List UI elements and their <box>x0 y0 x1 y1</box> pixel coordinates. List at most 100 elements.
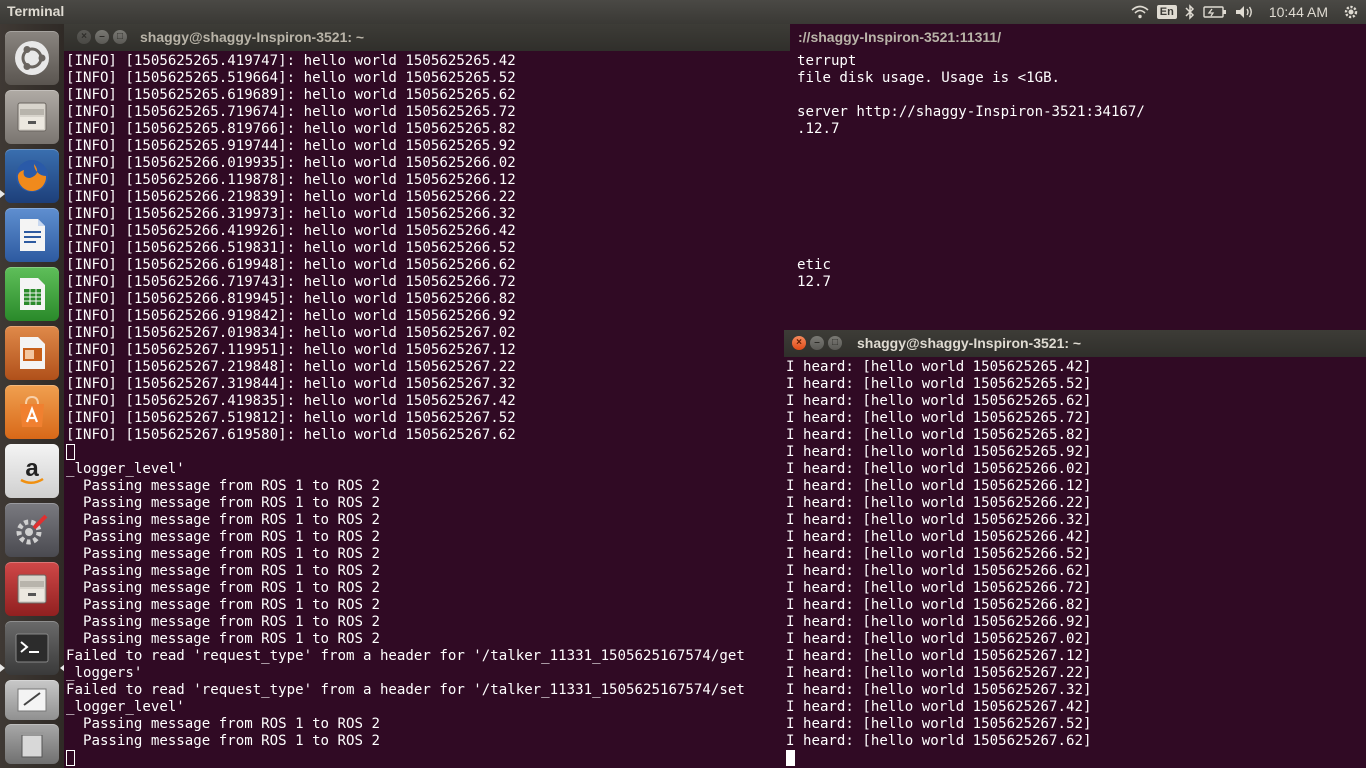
terminal-line: etic <box>797 257 831 273</box>
keyboard-layout-indicator[interactable]: En <box>1156 5 1177 19</box>
terminal-line: I heard: [hello world 1505625265.92] <box>786 444 1092 460</box>
window-title: shaggy@shaggy-Inspiron-3521: ~ <box>857 335 1082 351</box>
terminal-line: [INFO] [1505625265.619689]: hello world … <box>66 87 516 103</box>
terminal-output[interactable]: _logger_level' Passing message from ROS … <box>66 461 745 750</box>
terminal-line: 12.7 <box>797 274 831 290</box>
running-indicator <box>0 664 5 672</box>
terminal-line: I heard: [hello world 1505625267.32] <box>786 682 1092 698</box>
active-app-title: Terminal <box>7 3 65 19</box>
terminal-line: I heard: [hello world 1505625266.12] <box>786 478 1092 494</box>
battery-icon[interactable] <box>1203 5 1227 19</box>
close-button[interactable]: × <box>77 30 91 44</box>
terminal-icon[interactable] <box>5 621 59 675</box>
terminal-line: _logger_level' <box>66 461 185 477</box>
terminal-line: Passing message from ROS 1 to ROS 2 <box>66 631 380 647</box>
maximize-button[interactable]: □ <box>113 30 127 44</box>
volume-icon[interactable] <box>1235 5 1255 19</box>
terminal-line: [INFO] [1505625266.019935]: hello world … <box>66 155 516 171</box>
writer-icon[interactable] <box>5 208 59 262</box>
terminal-line: server http://shaggy-Inspiron-3521:34167… <box>797 104 1145 120</box>
titlebar[interactable]: × – □ shaggy@shaggy-Inspiron-3521: ~ <box>784 330 1366 357</box>
system-settings-icon[interactable] <box>5 503 59 557</box>
titlebar[interactable]: × – □ shaggy@shaggy-Inspiron-3521: ~ <box>64 24 790 51</box>
terminal-line: I heard: [hello world 1505625265.72] <box>786 410 1092 426</box>
maximize-button[interactable]: □ <box>828 336 842 350</box>
terminal-line: Failed to read 'request_type' from a hea… <box>66 682 745 698</box>
terminal-line: I heard: [hello world 1505625266.42] <box>786 529 1092 545</box>
terminal-line: [INFO] [1505625266.919842]: hello world … <box>66 308 516 324</box>
wifi-icon[interactable] <box>1131 5 1149 19</box>
talker-terminal-window[interactable]: × – □ shaggy@shaggy-Inspiron-3521: ~ [IN… <box>64 24 790 461</box>
terminal-line: [INFO] [1505625266.319973]: hello world … <box>66 206 516 222</box>
terminal-line: Passing message from ROS 1 to ROS 2 <box>66 529 380 545</box>
bridge-terminal-window[interactable]: _logger_level' Passing message from ROS … <box>64 460 786 768</box>
listener-terminal-window[interactable]: × – □ shaggy@shaggy-Inspiron-3521: ~ I h… <box>784 330 1366 768</box>
terminal-line: Passing message from ROS 1 to ROS 2 <box>66 580 380 596</box>
terminal-line: [INFO] [1505625267.619580]: hello world … <box>66 427 516 443</box>
terminal-line: [INFO] [1505625267.219848]: hello world … <box>66 359 516 375</box>
terminal-line: [INFO] [1505625266.519831]: hello world … <box>66 240 516 256</box>
terminal-cursor <box>66 750 75 768</box>
terminal-line: Passing message from ROS 1 to ROS 2 <box>66 512 380 528</box>
files-icon[interactable] <box>5 90 59 144</box>
terminal-line: [INFO] [1505625266.419926]: hello world … <box>66 223 516 239</box>
settings-gear-icon[interactable] <box>1342 3 1360 21</box>
firefox-icon[interactable] <box>5 149 59 203</box>
terminal-line: [INFO] [1505625267.519812]: hello world … <box>66 410 516 426</box>
roscore-terminal-window[interactable]: ://shaggy-Inspiron-3521:11311/ terrupt fi… <box>790 24 1366 330</box>
terminal-line: I heard: [hello world 1505625266.62] <box>786 563 1092 579</box>
text-editor-icon[interactable] <box>5 680 59 720</box>
trash-icon[interactable] <box>5 724 59 764</box>
terminal-line: [INFO] [1505625266.219839]: hello world … <box>66 189 516 205</box>
calc-icon[interactable] <box>5 267 59 321</box>
titlebar[interactable]: ://shaggy-Inspiron-3521:11311/ <box>790 24 1366 51</box>
impress-icon[interactable] <box>5 326 59 380</box>
clock[interactable]: 10:44 AM <box>1269 4 1328 20</box>
terminal-line: I heard: [hello world 1505625266.72] <box>786 580 1092 596</box>
terminal-line: [INFO] [1505625265.819766]: hello world … <box>66 121 516 137</box>
bluetooth-icon[interactable] <box>1185 4 1195 20</box>
close-button[interactable]: × <box>792 336 806 350</box>
terminal-line: I heard: [hello world 1505625265.62] <box>786 393 1092 409</box>
amazon-icon[interactable]: a <box>5 444 59 498</box>
terminal-output[interactable]: terrupt file disk usage. Usage is <1GB. se… <box>797 53 1145 291</box>
terminal-line: I heard: [hello world 1505625265.82] <box>786 427 1092 443</box>
window-title: ://shaggy-Inspiron-3521:11311/ <box>798 29 1002 45</box>
minimize-button[interactable]: – <box>810 336 824 350</box>
terminal-line: I heard: [hello world 1505625267.42] <box>786 699 1092 715</box>
terminal-line: [INFO] [1505625266.819945]: hello world … <box>66 291 516 307</box>
terminal-line: Passing message from ROS 1 to ROS 2 <box>66 495 380 511</box>
terminal-line: terrupt <box>797 53 857 69</box>
terminal-line: Passing message from ROS 1 to ROS 2 <box>66 597 380 613</box>
launcher: a <box>0 24 65 768</box>
terminal-output[interactable]: I heard: [hello world 1505625265.42] I he… <box>786 359 1091 750</box>
terminal-line: [INFO] [1505625267.019834]: hello world … <box>66 325 516 341</box>
terminal-line: Passing message from ROS 1 to ROS 2 <box>66 546 380 562</box>
terminal-line: file disk usage. Usage is <1GB. <box>797 70 1061 86</box>
minimize-button[interactable]: – <box>95 30 109 44</box>
terminal-line: Passing message from ROS 1 to ROS 2 <box>66 716 380 732</box>
terminal-line: [INFO] [1505625267.319844]: hello world … <box>66 376 516 392</box>
terminal-line: I heard: [hello world 1505625267.52] <box>786 716 1092 732</box>
terminal-line: I heard: [hello world 1505625266.52] <box>786 546 1092 562</box>
running-indicator <box>0 190 5 198</box>
terminal-line: [INFO] [1505625265.919744]: hello world … <box>66 138 516 154</box>
software-center-icon[interactable] <box>5 385 59 439</box>
terminal-cursor <box>66 444 75 462</box>
ubuntu-dash-icon[interactable] <box>5 31 59 85</box>
terminal-line: [INFO] [1505625265.419747]: hello world … <box>66 53 516 69</box>
terminal-line: I heard: [hello world 1505625266.22] <box>786 495 1092 511</box>
terminal-line: I heard: [hello world 1505625266.82] <box>786 597 1092 613</box>
svg-text:a: a <box>25 455 39 482</box>
window-title: shaggy@shaggy-Inspiron-3521: ~ <box>140 29 365 45</box>
terminal-cursor <box>786 750 795 768</box>
files-icon-2[interactable] <box>5 562 59 616</box>
terminal-output[interactable]: [INFO] [1505625265.419747]: hello world … <box>66 53 516 444</box>
